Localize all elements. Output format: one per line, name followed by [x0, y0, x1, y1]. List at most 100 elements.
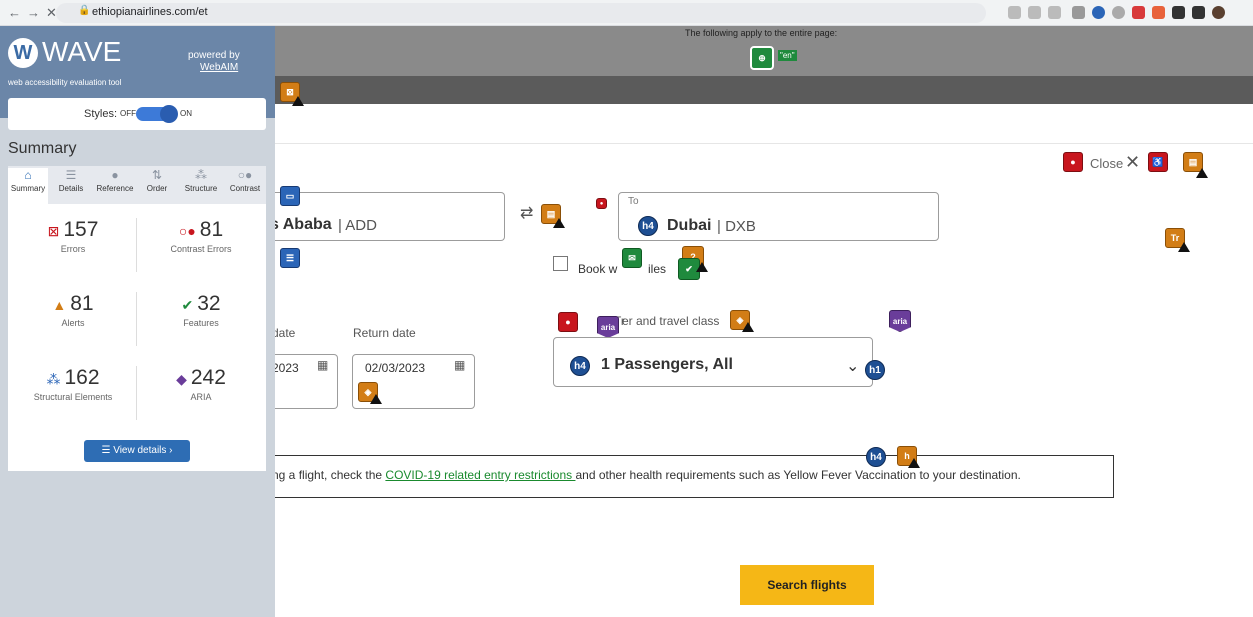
book-with-miles-checkbox[interactable]	[553, 256, 568, 271]
url-text[interactable]: ethiopianairlines.com/et	[92, 6, 208, 18]
structure-icon[interactable]: ▭	[280, 186, 300, 206]
list-icon: ☰	[65, 168, 77, 182]
tab-reference[interactable]: ● Reference	[93, 168, 137, 193]
warning-icon	[696, 262, 708, 272]
book-with-miles-label: Book w	[578, 262, 618, 276]
feature-icon[interactable]: ✉	[622, 248, 642, 268]
extension-icon[interactable]	[1112, 6, 1125, 19]
chevron-down-icon[interactable]: ⌄	[846, 356, 859, 376]
bookmark-icon[interactable]	[1048, 6, 1061, 19]
share-icon[interactable]	[1028, 6, 1041, 19]
powered-by-label: powered by	[188, 50, 240, 61]
structure-icon[interactable]: ☰	[280, 248, 300, 268]
warning-icon	[1196, 168, 1208, 178]
notice-text: ng a flight, check the COVID-19 related …	[272, 468, 1021, 482]
tab-structure[interactable]: ⁂ Structure	[176, 168, 226, 193]
structural-count: 162	[64, 366, 100, 389]
depart-date-value: 2023	[272, 361, 299, 375]
forward-icon[interactable]: →	[27, 5, 40, 20]
warning-icon	[553, 218, 565, 228]
language-globe-icon[interactable]: ⊕	[750, 46, 774, 70]
avatar[interactable]	[1212, 6, 1225, 19]
search-flights-button[interactable]: Search flights	[740, 565, 874, 605]
error-icon[interactable]: ♿	[1148, 152, 1168, 172]
error-icon[interactable]: ●	[1063, 152, 1083, 172]
covid-restrictions-link[interactable]: COVID-19 related entry restrictions	[385, 468, 575, 482]
tab-order[interactable]: ⇅ Order	[138, 168, 176, 193]
wave-extension-icon[interactable]	[1092, 6, 1105, 19]
contrast-errors-count: 81	[199, 218, 224, 241]
error-icon[interactable]: ●	[558, 312, 578, 332]
webaim-link[interactable]: WebAIM	[200, 62, 238, 73]
wave-tagline: web accessibility evaluation tool	[8, 78, 122, 87]
close-label[interactable]: Close	[1090, 156, 1123, 171]
to-city: Dubai	[667, 217, 712, 234]
sidepanel-icon[interactable]	[1192, 6, 1205, 19]
extension-icon[interactable]	[1152, 6, 1165, 19]
structural-label: Structural Elements	[33, 392, 113, 402]
close-icon[interactable]: ✕	[1125, 152, 1140, 173]
view-details-label: View details ›	[113, 445, 173, 456]
wave-logo-icon: W	[8, 38, 38, 68]
swap-icon[interactable]: ⇄	[520, 203, 533, 223]
calendar-icon[interactable]: ▦	[454, 358, 465, 372]
aria-stat[interactable]: ◆ 242 ARIA	[142, 366, 260, 402]
page-navbar	[275, 76, 1253, 104]
return-date-value: 02/03/2023	[365, 361, 426, 375]
tab-label: Details	[58, 184, 84, 193]
wave-tabs: ⌂ Summary ☰ Details ● Reference ⇅ Order ⁂ Str…	[8, 166, 266, 204]
view-details-button[interactable]: ☰ View details ›	[84, 440, 190, 462]
contrast-icon: ○●	[178, 223, 196, 239]
toggle-knob	[160, 105, 178, 123]
features-label: Features	[183, 318, 219, 328]
features-stat[interactable]: ✔ 32 Features	[142, 292, 260, 328]
contrast-errors-label: Contrast Errors	[170, 244, 232, 254]
summary-title: Summary	[8, 140, 77, 157]
lock-icon: 🔒	[78, 5, 91, 16]
aria-icon[interactable]: aria	[597, 316, 619, 338]
features-count: 32	[197, 292, 221, 315]
zoom-icon[interactable]	[1008, 6, 1021, 19]
styles-label: Styles:	[84, 108, 118, 120]
divider	[136, 218, 137, 272]
styles-off-label: OFF	[120, 109, 136, 118]
puzzle-icon[interactable]	[1172, 6, 1185, 19]
tab-label: Order	[146, 184, 168, 193]
h4-icon[interactable]: h4	[638, 216, 658, 236]
h4-icon[interactable]: h4	[866, 447, 886, 467]
list-icon: ☰	[101, 445, 114, 456]
alerts-label: Alerts	[61, 318, 85, 328]
warning-icon	[370, 394, 382, 404]
order-icon: ⇅	[151, 168, 163, 182]
error-icon[interactable]: ●	[596, 198, 607, 209]
structural-stat[interactable]: ⁂ 162 Structural Elements	[14, 366, 132, 402]
calendar-icon[interactable]: ▦	[317, 358, 328, 372]
tab-contrast[interactable]: ○● Contrast	[224, 168, 266, 193]
page-wide-notice: The following apply to the entire page:	[685, 28, 838, 38]
back-icon[interactable]: ←	[8, 5, 21, 20]
aria-icon[interactable]: aria	[889, 310, 911, 332]
styles-toggle[interactable]	[136, 105, 178, 123]
info-icon: ●	[111, 168, 119, 182]
h4-icon[interactable]: h4	[570, 356, 590, 376]
structure-icon: ⁂	[195, 168, 207, 182]
passengers-value: 1 Passengers, All	[601, 356, 733, 373]
errors-count: 157	[63, 218, 99, 241]
tab-details[interactable]: ☰ Details	[51, 168, 91, 193]
alerts-stat[interactable]: ▲ 81 Alerts	[14, 292, 132, 328]
camera-icon[interactable]	[1072, 6, 1085, 19]
contrast-errors-stat[interactable]: ○● 81 Contrast Errors	[142, 218, 260, 254]
errors-stat[interactable]: ⊠ 157 Errors	[14, 218, 132, 254]
error-icon: ⊠	[47, 223, 60, 239]
tab-summary[interactable]: ⌂ Summary	[8, 168, 48, 204]
divider	[136, 292, 137, 346]
h1-icon[interactable]: h1	[865, 360, 885, 380]
tab-label: Structure	[184, 184, 218, 193]
errors-label: Errors	[60, 244, 86, 254]
aria-count: 242	[190, 366, 226, 389]
pdf-extension-icon[interactable]	[1132, 6, 1145, 19]
alert-icon: ▲	[52, 297, 67, 313]
wave-sidebar: W WAVE powered by WebAIM web accessibili…	[0, 26, 275, 617]
to-code: | DXB	[717, 218, 756, 235]
styles-toggle-box: Styles: OFF ON	[8, 98, 266, 130]
